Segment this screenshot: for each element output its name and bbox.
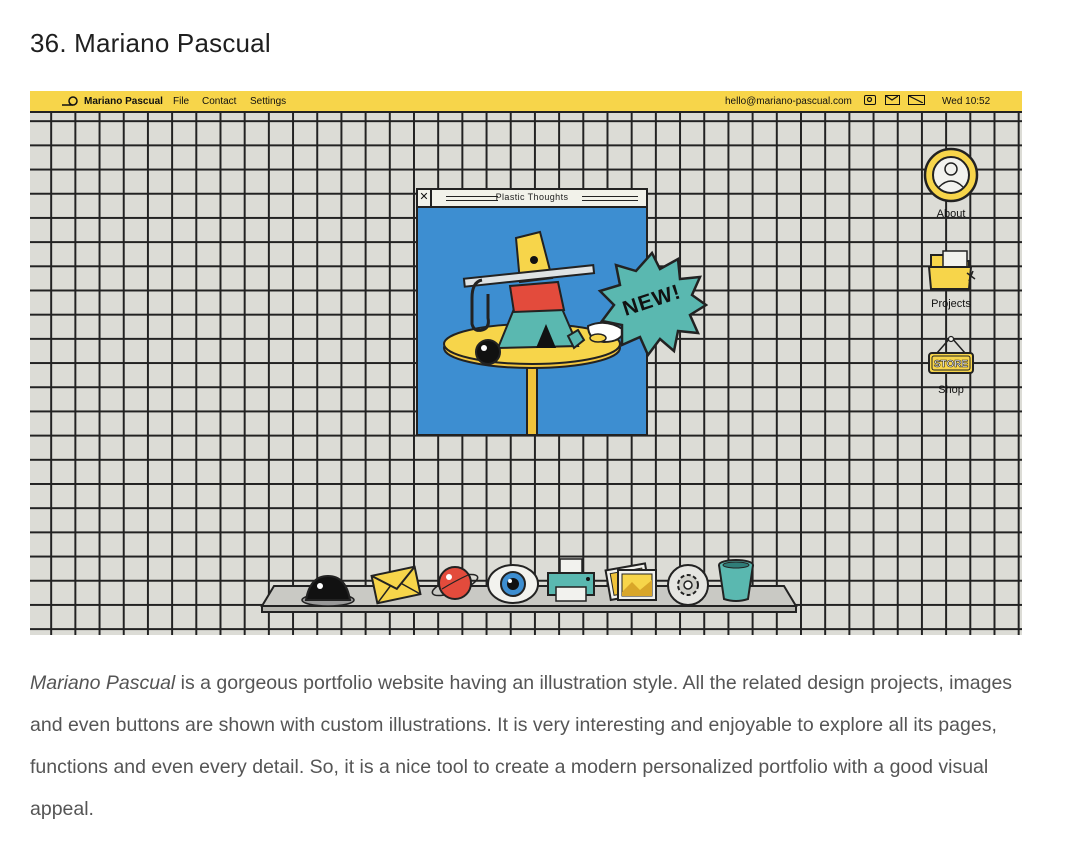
envelope-icon[interactable] <box>370 565 422 605</box>
folder-icon <box>927 250 976 290</box>
store-sign-icon: STORE <box>928 335 974 374</box>
photos-icon[interactable] <box>604 560 660 604</box>
store-sign-text: STORE <box>934 359 969 370</box>
gear-icon[interactable] <box>666 563 710 607</box>
desktop-icon-about[interactable]: About <box>916 147 986 220</box>
avatar-icon <box>923 147 979 203</box>
eye-icon[interactable] <box>486 562 540 606</box>
instagram-icon[interactable] <box>864 95 876 105</box>
planet-icon[interactable] <box>430 559 480 607</box>
battery-icon <box>908 95 925 105</box>
email-link[interactable]: hello@mariano-pascual.com <box>725 96 852 107</box>
black-dome-icon[interactable] <box>300 572 356 608</box>
site-name-emphasis: Mariano Pascual <box>30 672 176 694</box>
menubar: Mariano Pascual File Contact Settings he… <box>30 91 1022 113</box>
desktop-icon-projects[interactable]: Projects <box>916 249 986 310</box>
menu-contact[interactable]: Contact <box>202 96 236 107</box>
menu-file[interactable]: File <box>173 96 189 107</box>
desktop-icon-label: About <box>936 208 966 220</box>
menu-settings[interactable]: Settings <box>250 96 286 107</box>
desktop-icon-label: Projects <box>931 298 971 310</box>
article-title: 36. Mariano Pascual <box>30 28 271 58</box>
clock: Wed 10:52 <box>942 96 991 107</box>
portfolio-screenshot: Mariano Pascual File Contact Settings he… <box>30 91 1022 635</box>
article-body: Mariano Pascual is a gorgeous portfolio … <box>30 662 1040 830</box>
logo-icon[interactable] <box>61 96 79 110</box>
window-titlebar[interactable]: ✕ Plastic Thoughts <box>418 190 646 208</box>
new-badge[interactable]: NEW! <box>596 249 708 357</box>
article-body-text: is a gorgeous portfolio website having a… <box>30 672 1013 820</box>
trash-bin-icon[interactable] <box>716 557 756 603</box>
brand-name[interactable]: Mariano Pascual <box>84 96 163 107</box>
titlebar-stripes-right <box>582 196 638 201</box>
desktop-icon-shop[interactable]: STORE Shop <box>916 335 986 396</box>
mail-icon[interactable] <box>885 95 900 105</box>
printer-icon[interactable] <box>544 557 598 603</box>
desktop-icon-label: Shop <box>938 384 964 396</box>
